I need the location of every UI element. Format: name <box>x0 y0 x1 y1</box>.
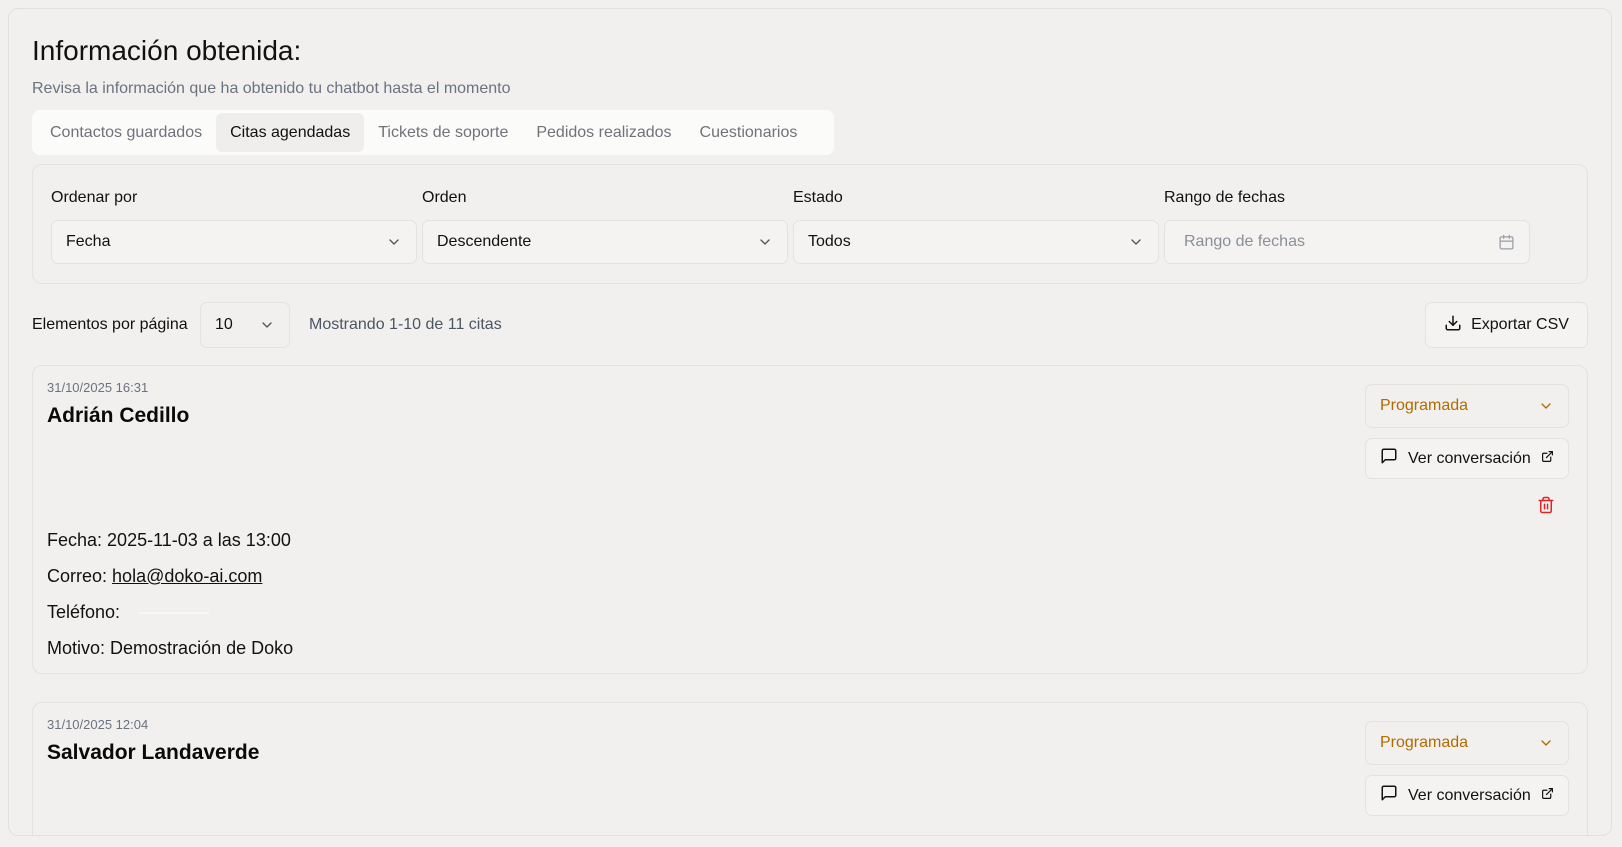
external-link-icon <box>1541 450 1554 468</box>
status-select[interactable]: Todos <box>793 220 1159 264</box>
date-range-label: Rango de fechas <box>1164 189 1285 206</box>
phone-value-redacted <box>139 612 210 615</box>
date-label: Fecha: <box>47 530 103 550</box>
message-square-icon <box>1380 447 1398 470</box>
pagination-row: Elementos por página 10 Mostrando 1-10 d… <box>32 302 1588 348</box>
appointment-card: 31/10/2025 12:04 Salvador Landaverde Pro… <box>32 702 1588 835</box>
appointment-timestamp: 31/10/2025 16:31 <box>47 380 149 395</box>
per-page-label: Elementos por página <box>32 316 188 333</box>
appointment-email: Correo: hola@doko-ai.com <box>47 566 262 587</box>
view-conversation-button[interactable]: Ver conversación <box>1365 438 1569 479</box>
order-select[interactable]: Descendente <box>422 220 788 264</box>
chevron-down-icon <box>259 317 275 333</box>
view-conversation-button[interactable]: Ver conversación <box>1365 775 1569 816</box>
sort-by-value: Fecha <box>66 233 111 250</box>
sort-by-select[interactable]: Fecha <box>51 220 417 264</box>
order-label: Orden <box>422 189 467 206</box>
download-icon <box>1444 314 1462 337</box>
chevron-down-icon <box>386 234 402 250</box>
chevron-down-icon <box>1538 735 1554 751</box>
status-value: Todos <box>808 233 851 250</box>
delete-appointment-button[interactable] <box>1537 496 1555 519</box>
per-page-select[interactable]: 10 <box>200 302 290 348</box>
trash-icon <box>1537 496 1555 518</box>
date-value: 2025-11-03 a las 13:00 <box>107 530 291 550</box>
status-label: Estado <box>793 189 843 206</box>
tab-citas-agendadas[interactable]: Citas agendadas <box>216 113 365 152</box>
appointment-status-select[interactable]: Programada <box>1365 721 1569 765</box>
tab-cuestionarios[interactable]: Cuestionarios <box>686 113 812 152</box>
appointment-date: Fecha: 2025-11-03 a las 13:00 <box>47 530 291 551</box>
sort-by-label: Ordenar por <box>51 189 138 206</box>
email-label: Correo: <box>47 566 108 586</box>
appointment-status-value: Programada <box>1380 397 1469 414</box>
per-page-value: 10 <box>215 316 233 333</box>
chevron-down-icon <box>757 234 773 250</box>
appointment-name: Salvador Landaverde <box>47 741 260 764</box>
tab-tickets-de-soporte[interactable]: Tickets de soporte <box>364 113 522 152</box>
external-link-icon <box>1541 787 1554 805</box>
date-range-placeholder: Rango de fechas <box>1184 233 1305 250</box>
tab-pedidos-realizados[interactable]: Pedidos realizados <box>522 113 685 152</box>
appointment-timestamp: 31/10/2025 12:04 <box>47 717 149 732</box>
results-count: Mostrando 1-10 de 11 citas <box>309 316 502 333</box>
calendar-icon <box>1498 234 1515 251</box>
date-range-picker[interactable]: Rango de fechas <box>1164 220 1530 264</box>
reason-value: Demostración de Doko <box>110 638 294 658</box>
chevron-down-icon <box>1128 234 1144 250</box>
appointment-reason: Motivo: Demostración de Doko <box>47 638 293 659</box>
tab-bar: Contactos guardados Citas agendadas Tick… <box>32 110 834 155</box>
message-square-icon <box>1380 784 1398 807</box>
info-panel: Información obtenida: Revisa la informac… <box>8 8 1612 836</box>
filters-panel: Ordenar por Fecha Orden Descendente Esta… <box>32 164 1588 284</box>
appointment-status-value: Programada <box>1380 734 1469 751</box>
reason-label: Motivo: <box>47 638 106 658</box>
view-conversation-label: Ver conversación <box>1408 786 1531 804</box>
tab-contactos-guardados[interactable]: Contactos guardados <box>36 113 216 152</box>
chevron-down-icon <box>1538 398 1554 414</box>
appointment-phone: Teléfono: <box>47 602 210 623</box>
page-title: Información obtenida: <box>32 35 302 66</box>
phone-label: Teléfono: <box>47 602 121 622</box>
appointment-name: Adrián Cedillo <box>47 404 190 427</box>
export-csv-button[interactable]: Exportar CSV <box>1425 302 1588 348</box>
email-link[interactable]: hola@doko-ai.com <box>112 566 262 586</box>
view-conversation-label: Ver conversación <box>1408 449 1531 467</box>
appointment-card: 31/10/2025 16:31 Adrián Cedillo Programa… <box>32 365 1588 674</box>
export-csv-label: Exportar CSV <box>1471 316 1569 333</box>
appointment-status-select[interactable]: Programada <box>1365 384 1569 428</box>
page-subtitle: Revisa la información que ha obtenido tu… <box>32 80 511 97</box>
order-value: Descendente <box>437 233 532 250</box>
